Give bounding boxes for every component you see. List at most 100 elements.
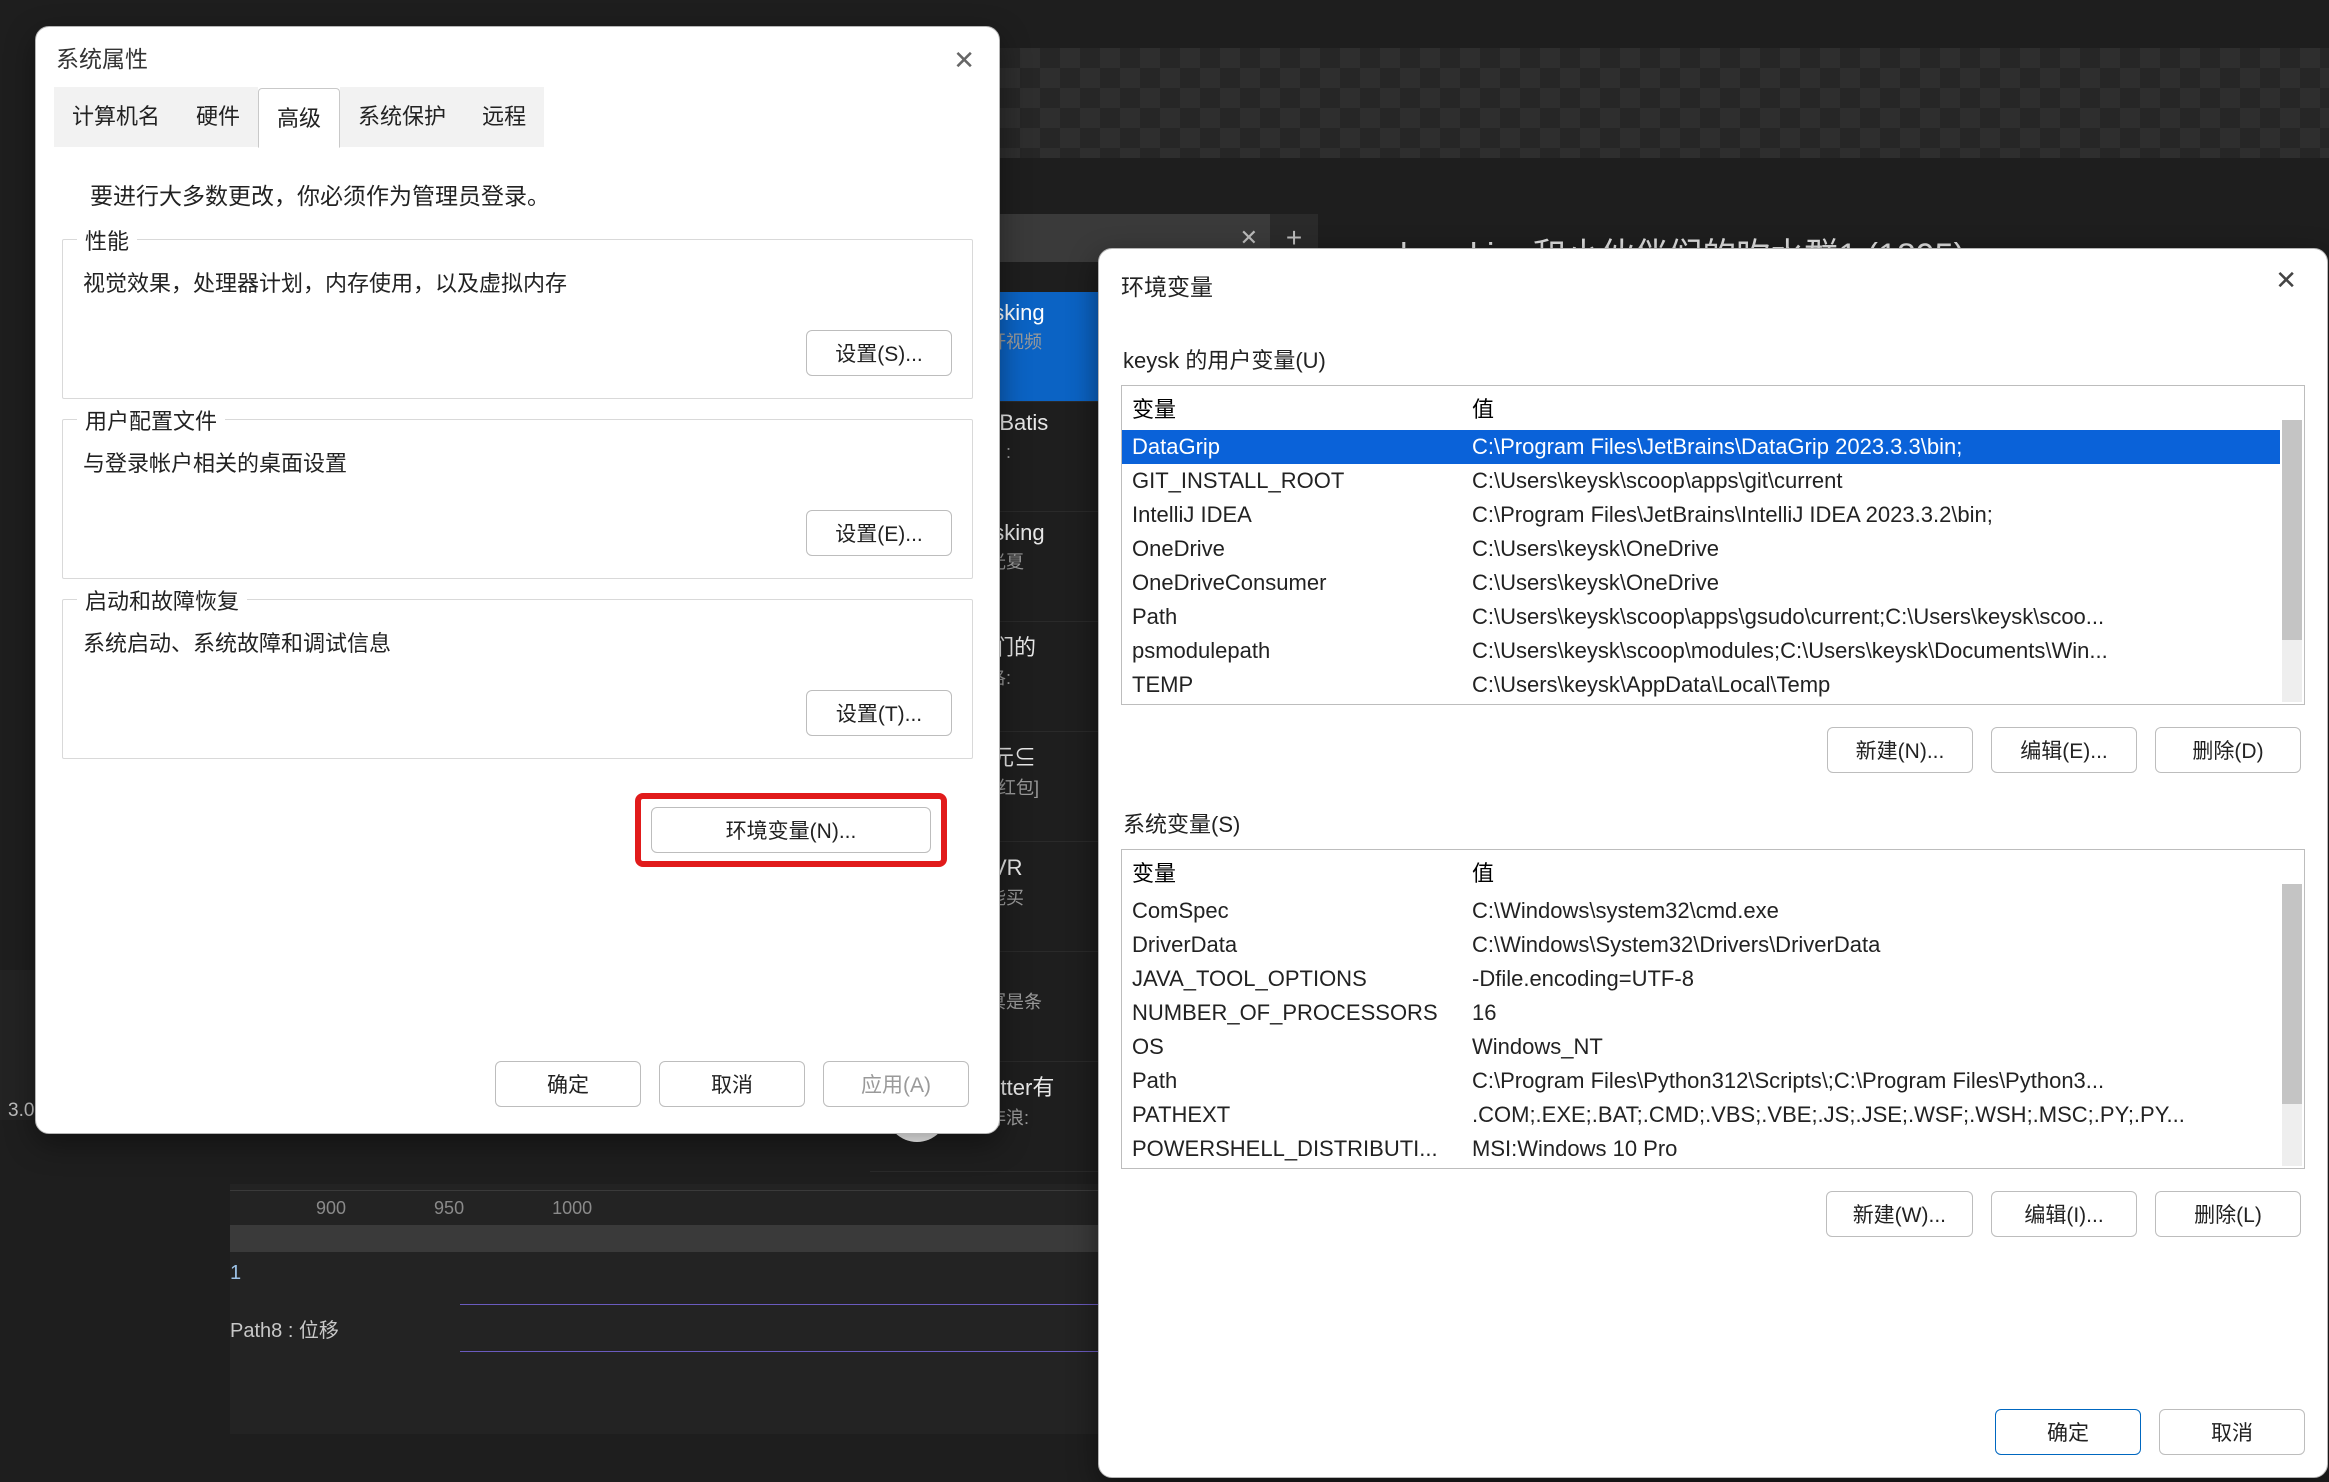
cell-value: C:\Users\keysk\AppData\Local\Temp: [1462, 668, 2280, 702]
user-delete-button[interactable]: 删除(D): [2155, 727, 2301, 773]
sys-delete-button[interactable]: 删除(L): [2155, 1191, 2301, 1237]
group-desc: 与登录帐户相关的桌面设置: [83, 436, 952, 510]
table-row[interactable]: JAVA_TOOL_OPTIONS-Dfile.encoding=UTF-8: [1122, 962, 2280, 996]
tab-2[interactable]: 高级: [258, 88, 340, 148]
settings-perf-button[interactable]: 设置(S)...: [806, 330, 952, 376]
environment-variables-dialog: 环境变量 ✕ keysk 的用户变量(U) 变量 值 DataGripC:\Pr…: [1098, 248, 2328, 1478]
table-row[interactable]: OneDriveC:\Users\keysk\OneDrive: [1122, 532, 2280, 566]
user-edit-button[interactable]: 编辑(E)...: [1991, 727, 2137, 773]
timeline-row-1[interactable]: 1: [230, 1262, 241, 1285]
dialog-titlebar: 环境变量 ✕: [1121, 261, 2305, 309]
cell-variable: OneDrive: [1122, 532, 1462, 566]
cell-variable: IntelliJ IDEA: [1122, 498, 1462, 532]
tab-4[interactable]: 远程: [464, 87, 544, 147]
tab-3[interactable]: 系统保护: [340, 87, 464, 147]
cell-variable: psmodulepath: [1122, 634, 1462, 668]
sys-new-button[interactable]: 新建(W)...: [1826, 1191, 1973, 1237]
table-row[interactable]: POWERSHELL_DISTRIBUTI...MSI:Windows 10 P…: [1122, 1132, 2280, 1166]
system-vars-label: 系统变量(S): [1123, 807, 2305, 839]
group-legend: 启动和故障恢复: [77, 584, 247, 616]
cell-variable: DriverData: [1122, 928, 1462, 962]
cell-value: C:\Program Files\JetBrains\IntelliJ IDEA…: [1462, 498, 2280, 532]
user-new-button[interactable]: 新建(N)...: [1827, 727, 1973, 773]
col-value[interactable]: 值: [1462, 386, 2280, 430]
table-row[interactable]: NUMBER_OF_PROCESSORS16: [1122, 996, 2280, 1030]
table-row[interactable]: psmodulepathC:\Users\keysk\scoop\modules…: [1122, 634, 2280, 668]
system-vars-buttons: 新建(W)... 编辑(I)... 删除(L): [1121, 1169, 2305, 1237]
timeline-ruler[interactable]: 9009501000: [230, 1190, 1229, 1226]
system-vars-table-wrap: 变量 值 ComSpecC:\Windows\system32\cmd.exeD…: [1121, 849, 2305, 1169]
cell-variable: GIT_INSTALL_ROOT: [1122, 464, 1462, 498]
cell-value: .COM;.EXE;.BAT;.CMD;.VBS;.VBE;.JS;.JSE;.…: [1462, 1098, 2280, 1132]
table-row[interactable]: IntelliJ IDEAC:\Program Files\JetBrains\…: [1122, 498, 2280, 532]
table-row[interactable]: GIT_INSTALL_ROOTC:\Users\keysk\scoop\app…: [1122, 464, 2280, 498]
table-row[interactable]: ComSpecC:\Windows\system32\cmd.exe: [1122, 894, 2280, 928]
cancel-button[interactable]: 取消: [659, 1061, 805, 1107]
close-icon[interactable]: ✕: [2267, 261, 2305, 300]
cell-value: Windows_NT: [1462, 1030, 2280, 1064]
group-desc: 系统启动、系统故障和调试信息: [83, 616, 952, 690]
system-properties-dialog: 系统属性 ✕ 计算机名硬件高级系统保护远程 要进行大多数更改，你必须作为管理员登…: [35, 26, 1000, 1134]
settings-startup-button[interactable]: 设置(T)...: [806, 690, 952, 736]
cell-variable: DataGrip: [1122, 430, 1462, 464]
cell-value: C:\Users\keysk\scoop\modules;C:\Users\ke…: [1462, 634, 2280, 668]
dialog-footer: 确定 取消: [1121, 1381, 2305, 1455]
cancel-button[interactable]: 取消: [2159, 1409, 2305, 1455]
cell-variable: PATHEXT: [1122, 1098, 1462, 1132]
ruler-mark: 1000: [552, 1198, 592, 1219]
cell-variable: JAVA_TOOL_OPTIONS: [1122, 962, 1462, 996]
group-desc: 视觉效果，处理器计划，内存使用，以及虚拟内存: [83, 256, 952, 330]
table-row[interactable]: PathC:\Program Files\Python312\Scripts\;…: [1122, 1064, 2280, 1098]
dialog-title: 环境变量: [1121, 268, 1213, 302]
timeline-row-2[interactable]: Path8 : 位移: [230, 1314, 339, 1343]
ok-button[interactable]: 确定: [495, 1061, 641, 1107]
table-row[interactable]: PATHEXT.COM;.EXE;.BAT;.CMD;.VBS;.VBE;.JS…: [1122, 1098, 2280, 1132]
ruler-mark: 900: [316, 1198, 346, 1219]
user-vars-table-wrap: 变量 值 DataGripC:\Program Files\JetBrains\…: [1121, 385, 2305, 705]
cell-value: C:\Windows\System32\Drivers\DriverData: [1462, 928, 2280, 962]
table-row[interactable]: DriverDataC:\Windows\System32\Drivers\Dr…: [1122, 928, 2280, 962]
group-user-profiles: 用户配置文件 与登录帐户相关的桌面设置 设置(E)...: [62, 419, 973, 579]
user-vars-table[interactable]: 变量 值 DataGripC:\Program Files\JetBrains\…: [1122, 386, 2280, 702]
table-row[interactable]: PathC:\Users\keysk\scoop\apps\gsudo\curr…: [1122, 600, 2280, 634]
scrollbar-thumb[interactable]: [2282, 884, 2302, 1104]
ae-value: 3.0: [8, 1100, 34, 1122]
table-row[interactable]: OSWindows_NT: [1122, 1030, 2280, 1064]
table-row[interactable]: TEMPC:\Users\keysk\AppData\Local\Temp: [1122, 668, 2280, 702]
cell-variable: Path: [1122, 600, 1462, 634]
cell-value: C:\Users\keysk\OneDrive: [1462, 532, 2280, 566]
cell-variable: OneDriveConsumer: [1122, 566, 1462, 600]
tab-1[interactable]: 硬件: [178, 87, 258, 147]
timeline-track[interactable]: [230, 1226, 1229, 1252]
cell-value: 16: [1462, 996, 2280, 1030]
settings-profile-button[interactable]: 设置(E)...: [806, 510, 952, 556]
cell-value: C:\Windows\system32\cmd.exe: [1462, 894, 2280, 928]
apply-button[interactable]: 应用(A): [823, 1061, 969, 1107]
ok-button[interactable]: 确定: [1995, 1409, 2141, 1455]
group-legend: 性能: [77, 224, 137, 256]
dialog-titlebar: 系统属性 ✕: [36, 27, 999, 87]
col-variable[interactable]: 变量: [1122, 850, 1462, 894]
close-icon[interactable]: ✕: [941, 39, 987, 82]
col-value[interactable]: 值: [1462, 850, 2280, 894]
user-vars-buttons: 新建(N)... 编辑(E)... 删除(D): [1121, 705, 2305, 773]
admin-note: 要进行大多数更改，你必须作为管理员登录。: [62, 159, 973, 239]
tab-strip: 计算机名硬件高级系统保护远程: [36, 87, 999, 147]
cell-variable: TEMP: [1122, 668, 1462, 702]
table-row[interactable]: DataGripC:\Program Files\JetBrains\DataG…: [1122, 430, 2280, 464]
cell-value: C:\Program Files\Python312\Scripts\;C:\P…: [1462, 1064, 2280, 1098]
scrollbar-thumb[interactable]: [2282, 420, 2302, 640]
environment-variables-button[interactable]: 环境变量(N)...: [651, 807, 931, 853]
cell-variable: POWERSHELL_DISTRIBUTI...: [1122, 1132, 1462, 1166]
cell-variable: NUMBER_OF_PROCESSORS: [1122, 996, 1462, 1030]
cell-value: MSI:Windows 10 Pro: [1462, 1132, 2280, 1166]
cell-value: C:\Users\keysk\OneDrive: [1462, 566, 2280, 600]
highlight-box: 环境变量(N)...: [635, 793, 947, 867]
cell-value: -Dfile.encoding=UTF-8: [1462, 962, 2280, 996]
system-vars-table[interactable]: 变量 值 ComSpecC:\Windows\system32\cmd.exeD…: [1122, 850, 2280, 1166]
table-row[interactable]: OneDriveConsumerC:\Users\keysk\OneDrive: [1122, 566, 2280, 600]
sys-edit-button[interactable]: 编辑(I)...: [1991, 1191, 2137, 1237]
timeline[interactable]: 9009501000 1 Path8 : 位移: [230, 1184, 1229, 1434]
tab-0[interactable]: 计算机名: [54, 87, 178, 147]
col-variable[interactable]: 变量: [1122, 386, 1462, 430]
